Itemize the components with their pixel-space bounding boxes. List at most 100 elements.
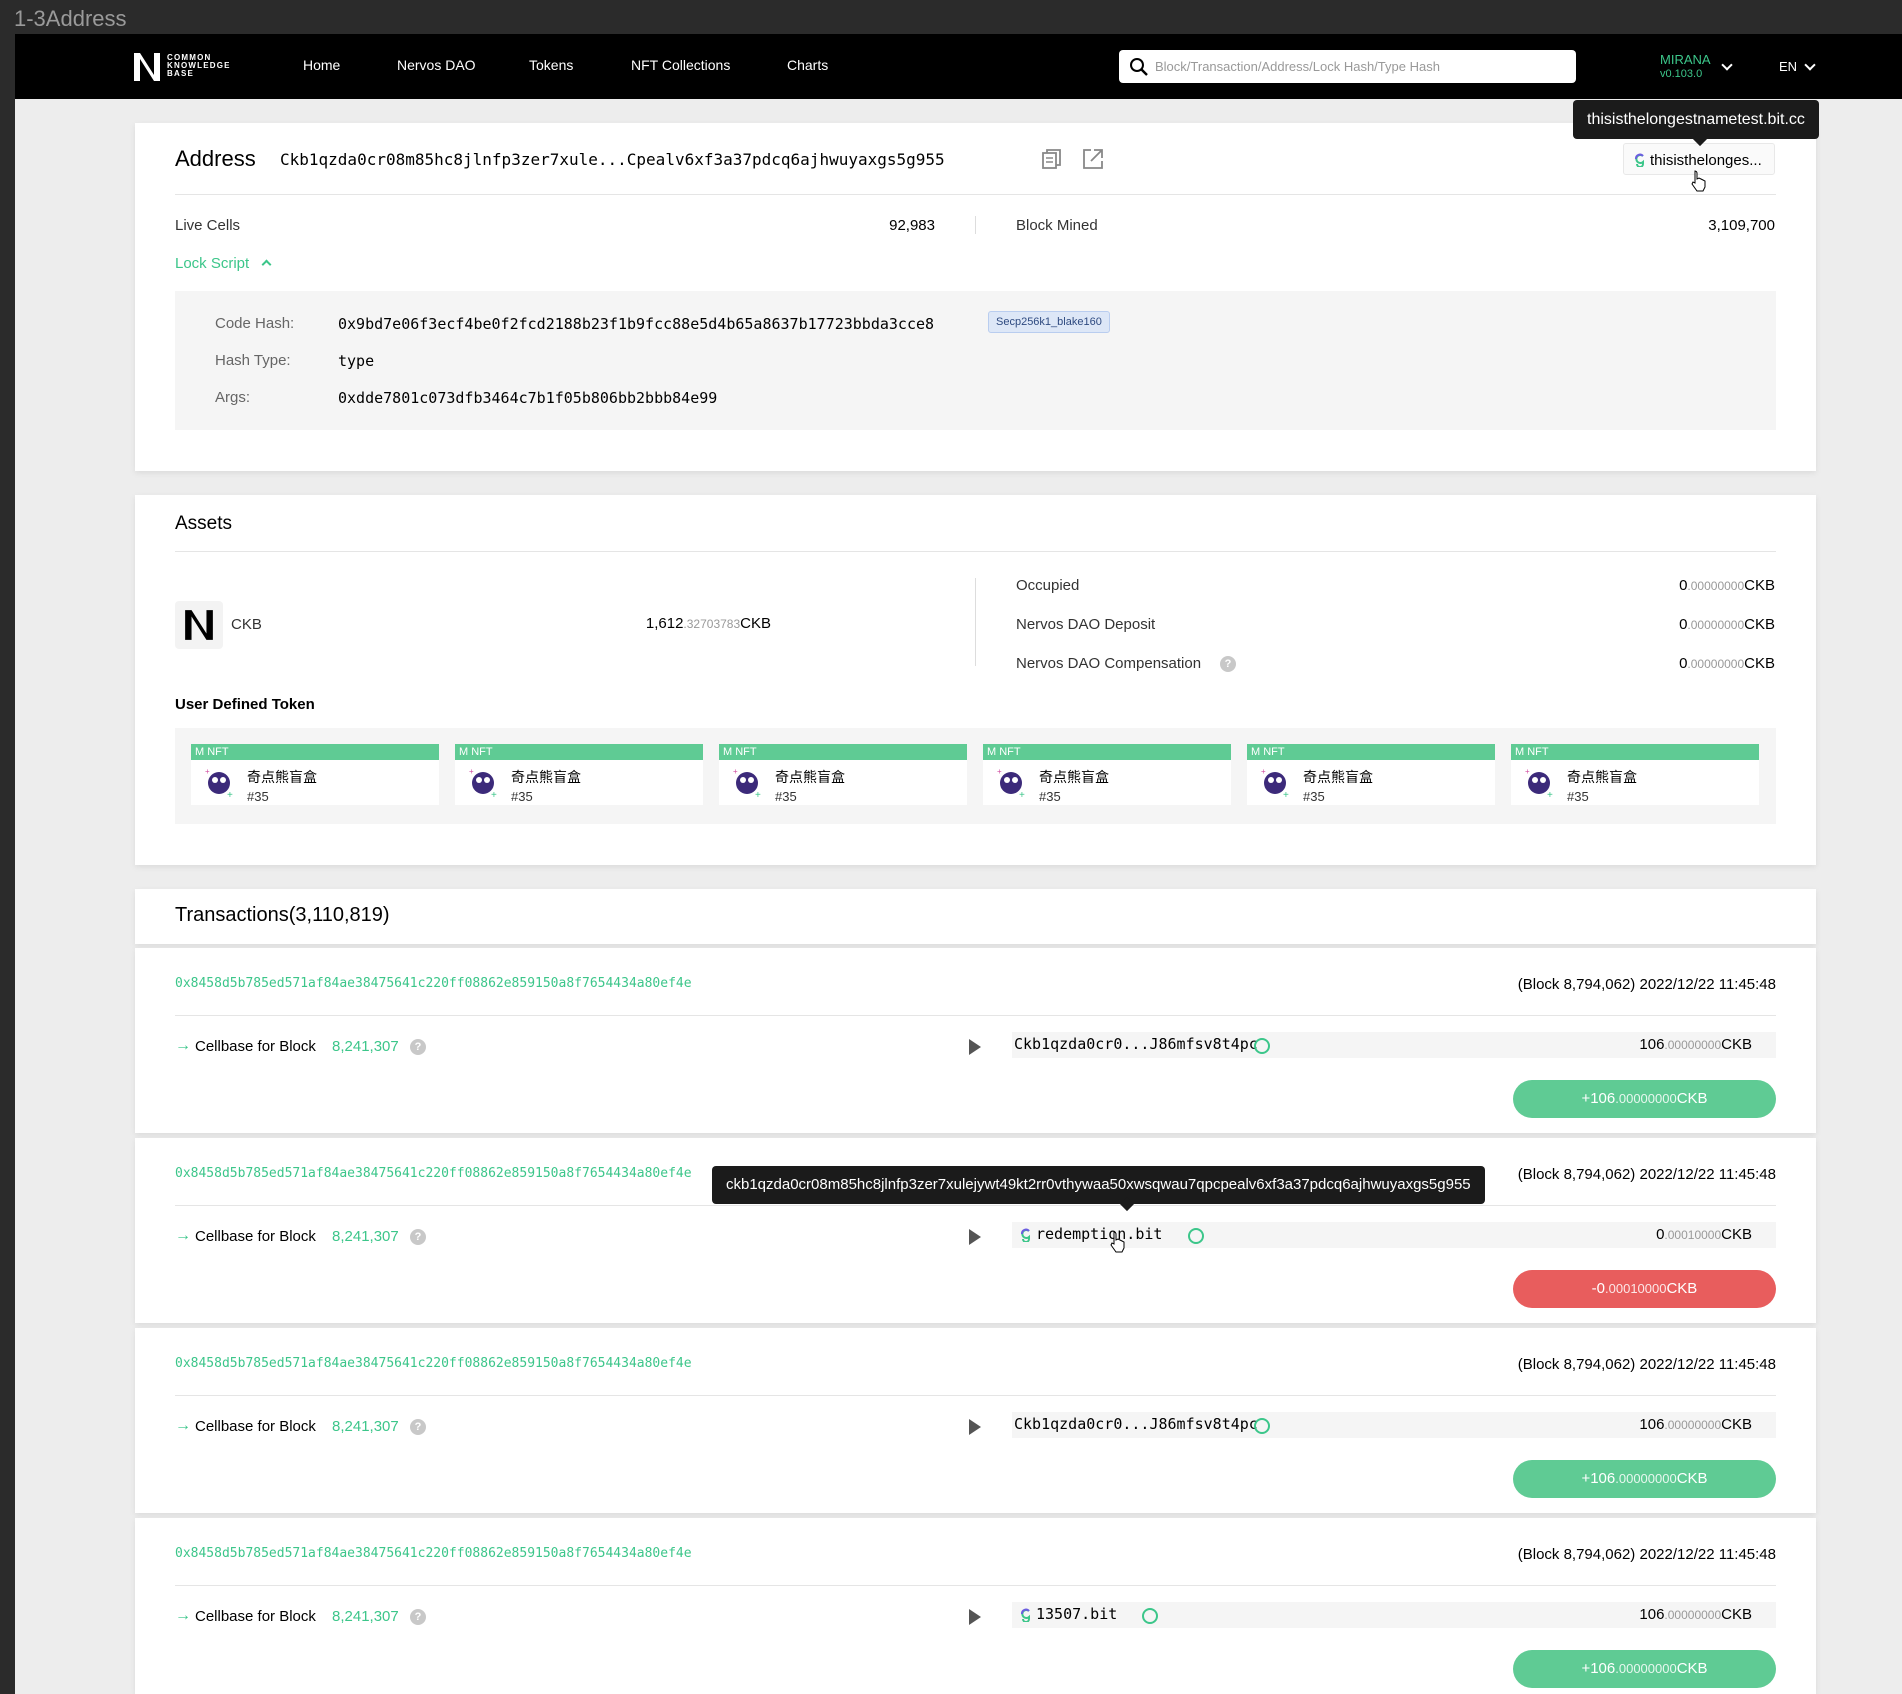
- share-icon[interactable]: [1081, 147, 1105, 171]
- balance-change-badge: -0.00010000CKB: [1513, 1270, 1776, 1308]
- assets-title: Assets: [175, 513, 233, 534]
- help-icon[interactable]: ?: [410, 1039, 426, 1055]
- code-hash-value: 0x9bd7e06f3ecf4be0f2fcd2188b23f1b9fcc88e…: [338, 315, 935, 333]
- output-address-link[interactable]: Ckb1qzda0cr0...J86mfsv8t4pc: [1014, 1415, 1258, 1433]
- nft-name: 奇点熊盲盒: [1303, 769, 1373, 785]
- help-icon[interactable]: ?: [410, 1419, 426, 1435]
- tx-output-row: Ckb1qzda0cr0...J86mfsv8t4pc 106.00000000…: [1012, 1412, 1776, 1438]
- ckb-balance: 1,612.32703783CKB: [645, 615, 771, 632]
- nav-charts[interactable]: Charts: [787, 57, 828, 73]
- transaction-item: 0x8458d5b785ed571af84ae38475641c220ff088…: [135, 1518, 1816, 1694]
- nft-name: 奇点熊盲盒: [511, 769, 581, 785]
- output-amount: 106.00000000CKB: [1639, 1606, 1752, 1623]
- nft-card[interactable]: M NFT + + 奇点熊盲盒 #35: [455, 744, 703, 805]
- cellbase-block-link[interactable]: 8,241,307: [332, 1228, 399, 1245]
- address-card: Address Ckb1qzda0cr08m85hc8jlnfp3zer7xul…: [135, 123, 1816, 471]
- dao-compensation-value: 0.00000000CKB: [1679, 655, 1775, 672]
- tx-hash-link[interactable]: 0x8458d5b785ed571af84ae38475641c220ff088…: [175, 1356, 692, 1371]
- nav-nervos-dao[interactable]: Nervos DAO: [397, 57, 476, 73]
- hash-type-label: Hash Type:: [215, 352, 291, 369]
- nft-tag: M NFT: [719, 744, 967, 760]
- ckb-logo-icon: [175, 601, 223, 649]
- output-bit-alias-link[interactable]: 13507.bit: [1036, 1605, 1117, 1623]
- nft-image: ++: [469, 767, 497, 800]
- svg-text:+: +: [1019, 790, 1025, 800]
- search-bar[interactable]: [1119, 50, 1576, 83]
- tx-hash-link[interactable]: 0x8458d5b785ed571af84ae38475641c220ff088…: [175, 1166, 692, 1181]
- udt-title: User Defined Token: [175, 696, 315, 713]
- lock-script-panel: Code Hash: 0x9bd7e06f3ecf4be0f2fcd2188b2…: [175, 291, 1776, 430]
- nft-tag: M NFT: [191, 744, 439, 760]
- logo-text: COMMON KNOWLEDGE BASE: [167, 53, 231, 78]
- args-label: Args:: [215, 389, 251, 406]
- live-cell-icon[interactable]: [1254, 1038, 1270, 1054]
- live-cell-icon[interactable]: [1188, 1228, 1204, 1244]
- live-cell-icon[interactable]: [1142, 1608, 1158, 1624]
- help-icon[interactable]: ?: [410, 1229, 426, 1245]
- arrow-right-icon: →: [175, 1227, 191, 1244]
- divider: [175, 551, 1776, 552]
- pointer-cursor-icon: [1110, 1231, 1125, 1253]
- nft-card[interactable]: M NFT + + 奇点熊盲盒 #35: [1247, 744, 1495, 805]
- block-mined-value: 3,109,700: [1708, 217, 1775, 234]
- nft-image: ++: [997, 767, 1025, 800]
- address-hash: Ckb1qzda0cr08m85hc8jlnfp3zer7xule...Cpea…: [280, 150, 945, 169]
- dao-compensation-label: Nervos DAO Compensation: [1016, 655, 1202, 672]
- network-name: MIRANA: [1660, 52, 1711, 67]
- divider: [975, 578, 976, 666]
- live-cell-icon[interactable]: [1254, 1418, 1270, 1434]
- code-hash-label: Code Hash:: [215, 315, 295, 332]
- nft-card[interactable]: M NFT + + 奇点熊盲盒 #35: [1511, 744, 1759, 805]
- output-amount: 106.00000000CKB: [1639, 1416, 1752, 1433]
- args-value: 0xdde7801c073dfb3464c7b1f05b806bb2bbb84e…: [338, 389, 718, 407]
- nft-name: 奇点熊盲盒: [1039, 769, 1109, 785]
- chevron-up-icon: [261, 259, 272, 270]
- cellbase-block-link[interactable]: 8,241,307: [332, 1038, 399, 1055]
- bit-alias-text: thisisthelonges...: [1650, 152, 1762, 169]
- nft-name: 奇点熊盲盒: [1567, 769, 1637, 785]
- help-icon[interactable]: ?: [1220, 656, 1236, 672]
- nft-image: ++: [1261, 767, 1289, 800]
- divider: [175, 1395, 1776, 1396]
- nervos-logo-icon: [134, 53, 160, 81]
- divider: [175, 194, 1776, 195]
- nav-home[interactable]: Home: [303, 57, 340, 73]
- tx-hash-link[interactable]: 0x8458d5b785ed571af84ae38475641c220ff088…: [175, 976, 692, 991]
- live-cells-label: Live Cells: [175, 217, 241, 234]
- output-address-link[interactable]: Ckb1qzda0cr0...J86mfsv8t4pc: [1014, 1035, 1258, 1053]
- output-bit-alias-link[interactable]: redemption.bit: [1036, 1225, 1162, 1243]
- search-input[interactable]: [1155, 50, 1565, 83]
- nft-id: #35: [511, 789, 533, 804]
- nft-image: ++: [205, 767, 233, 800]
- nft-id: #35: [1039, 789, 1061, 804]
- nav-nft-collections[interactable]: NFT Collections: [631, 57, 730, 73]
- arrow-right-icon: →: [175, 1037, 191, 1054]
- tx-block-time: (Block 8,794,062) 2022/12/22 11:45:48: [1517, 976, 1776, 993]
- cellbase-block-link[interactable]: 8,241,307: [332, 1608, 399, 1625]
- nft-image: ++: [1525, 767, 1553, 800]
- copy-icon[interactable]: [1040, 147, 1064, 171]
- nft-card[interactable]: M NFT + + 奇点熊盲盒 #35: [719, 744, 967, 805]
- bit-logo-icon: [1021, 1608, 1030, 1622]
- bit-alias-tooltip: thisisthelongestnametest.bit.cc: [1573, 100, 1819, 147]
- help-icon[interactable]: ?: [410, 1609, 426, 1625]
- nft-tag: M NFT: [1511, 744, 1759, 760]
- svg-text:+: +: [205, 767, 210, 776]
- cellbase-block-link[interactable]: 8,241,307: [332, 1418, 399, 1435]
- tx-output-row: 13507.bit 106.00000000CKB: [1012, 1602, 1776, 1628]
- nft-image: ++: [733, 767, 761, 800]
- play-icon: [969, 1609, 981, 1625]
- tx-hash-link[interactable]: 0x8458d5b785ed571af84ae38475641c220ff088…: [175, 1546, 692, 1561]
- divider: [175, 1205, 1776, 1206]
- tx-block-time: (Block 8,794,062) 2022/12/22 11:45:48: [1517, 1356, 1776, 1373]
- svg-text:+: +: [1261, 767, 1266, 776]
- window-titlebar: 1-3Address: [0, 0, 1902, 34]
- nft-card[interactable]: M NFT + + 奇点熊盲盒 #35: [191, 744, 439, 805]
- output-amount: 106.00000000CKB: [1639, 1036, 1752, 1053]
- address-tooltip: ckb1qzda0cr08m85hc8jlnfp3zer7xulejywt49k…: [712, 1166, 1485, 1212]
- nav-tokens[interactable]: Tokens: [529, 57, 573, 73]
- lock-script-toggle[interactable]: Lock Script: [175, 255, 249, 272]
- nft-card[interactable]: M NFT + + 奇点熊盲盒 #35: [983, 744, 1231, 805]
- svg-text:+: +: [1283, 790, 1289, 800]
- ckb-explorer-logo[interactable]: COMMON KNOWLEDGE BASE: [133, 52, 243, 82]
